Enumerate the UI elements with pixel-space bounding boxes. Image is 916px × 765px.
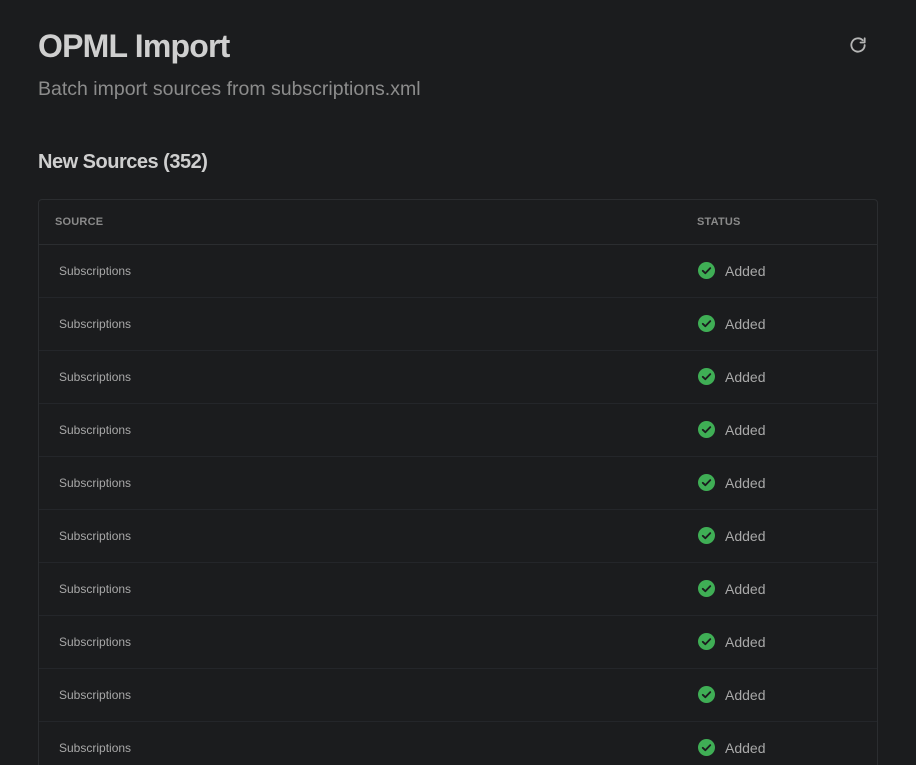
section-title: New Sources (352) — [38, 151, 208, 173]
status-text: Added — [725, 315, 766, 332]
status-text: Added — [725, 527, 766, 544]
source-name: Subscriptions — [59, 635, 132, 649]
table-row: Subscriptions Added — [39, 563, 877, 616]
status-badge: Added — [698, 739, 765, 756]
status-text: Added — [725, 421, 766, 438]
status-badge: Added — [698, 633, 765, 650]
source-name: Subscriptions — [59, 370, 132, 384]
check-circle-icon — [698, 739, 715, 756]
table-row: Subscriptions Added — [39, 351, 877, 404]
check-circle-icon — [698, 368, 715, 385]
table-row: Subscriptions Added — [39, 457, 877, 510]
status-badge: Added — [698, 315, 765, 332]
check-circle-icon — [698, 421, 715, 438]
table-row: Subscriptions Added — [39, 722, 877, 765]
page-subtitle: Batch import sources from subscriptions.… — [38, 78, 421, 100]
source-name: Subscriptions — [59, 476, 132, 490]
source-name: Subscriptions — [59, 582, 132, 596]
status-text: Added — [725, 368, 766, 385]
table-row: Subscriptions Added — [39, 245, 877, 298]
check-circle-icon — [698, 686, 715, 703]
status-badge: Added — [698, 262, 765, 279]
source-name: Subscriptions — [59, 264, 132, 278]
status-text: Added — [725, 262, 766, 279]
source-name: Subscriptions — [59, 423, 132, 437]
source-name: Subscriptions — [59, 688, 132, 702]
status-text: Added — [725, 474, 766, 491]
opml-import-page: OPML Import Batch import sources from su… — [0, 0, 916, 765]
sources-table: SOURCE STATUS Subscriptions Added Subscrip… — [38, 199, 878, 765]
status-badge: Added — [698, 368, 765, 385]
refresh-button[interactable] — [844, 31, 872, 59]
refresh-icon — [850, 37, 866, 53]
status-badge: Added — [698, 474, 765, 491]
source-name: Subscriptions — [59, 741, 132, 755]
source-name: Subscriptions — [59, 529, 132, 543]
status-text: Added — [725, 633, 766, 650]
check-circle-icon — [698, 315, 715, 332]
status-text: Added — [725, 686, 766, 703]
source-name: Subscriptions — [59, 317, 132, 331]
table-body: Subscriptions Added Subscriptions Added Subs… — [39, 245, 877, 765]
table-row: Subscriptions Added — [39, 669, 877, 722]
check-circle-icon — [698, 527, 715, 544]
table-row: Subscriptions Added — [39, 404, 877, 457]
page-title: OPML Import — [38, 28, 230, 64]
column-header-source: SOURCE — [55, 216, 104, 228]
check-circle-icon — [698, 474, 715, 491]
table-row: Subscriptions Added — [39, 616, 877, 669]
table-row: Subscriptions Added — [39, 510, 877, 563]
status-badge: Added — [698, 580, 765, 597]
check-circle-icon — [698, 580, 715, 597]
status-badge: Added — [698, 421, 765, 438]
status-badge: Added — [698, 686, 765, 703]
table-row: Subscriptions Added — [39, 298, 877, 351]
table-header: SOURCE STATUS — [39, 200, 877, 245]
status-text: Added — [725, 580, 766, 597]
status-badge: Added — [698, 527, 765, 544]
status-text: Added — [725, 739, 766, 756]
check-circle-icon — [698, 633, 715, 650]
column-header-status: STATUS — [697, 216, 741, 228]
check-circle-icon — [698, 262, 715, 279]
